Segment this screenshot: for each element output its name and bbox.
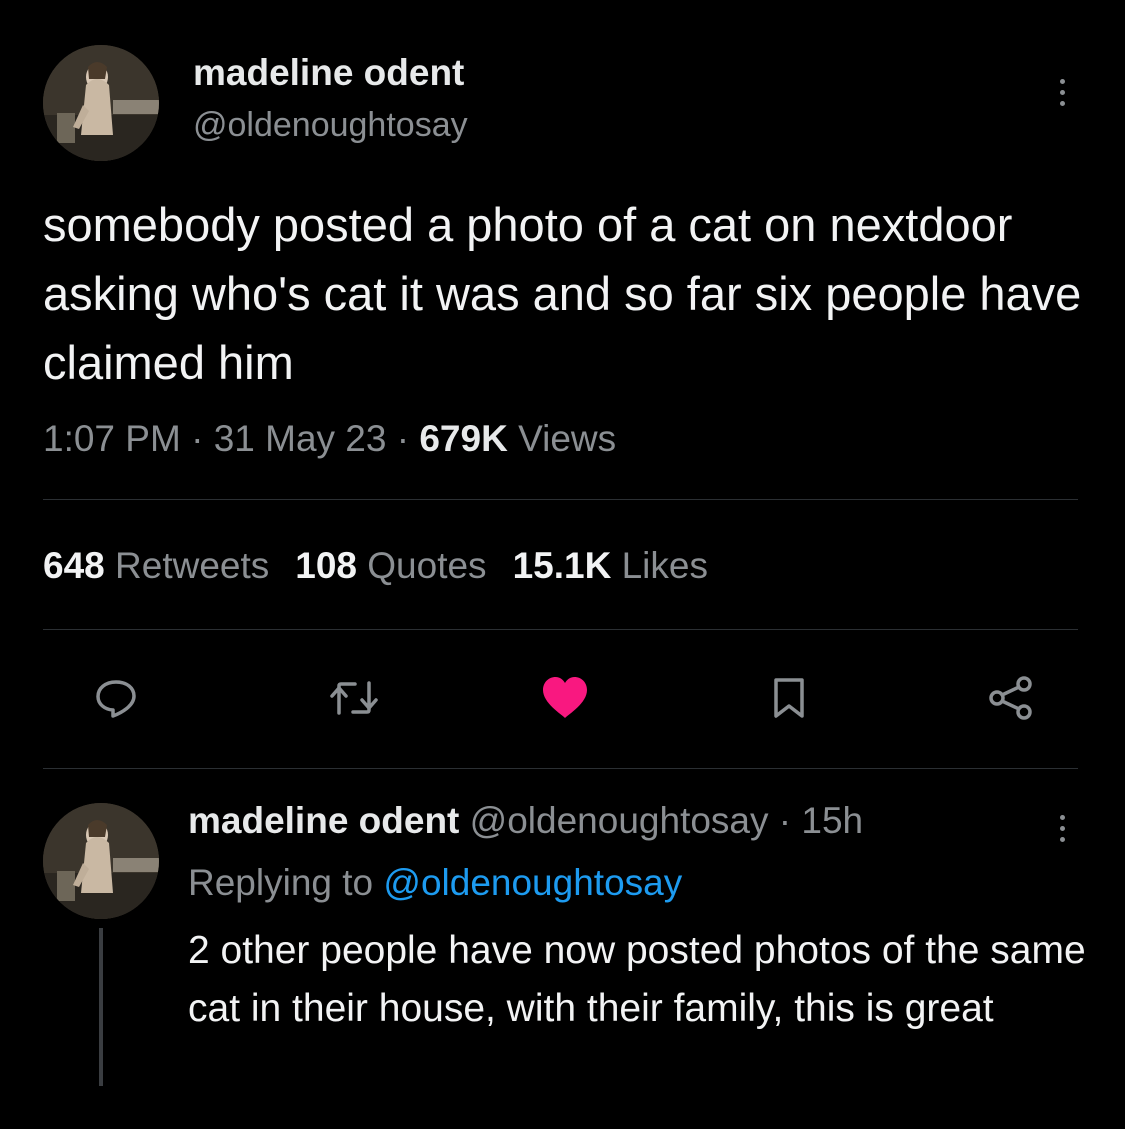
meta-separator: · <box>396 418 410 459</box>
views-count: 679K <box>419 418 508 459</box>
reply-age[interactable]: 15h <box>801 800 863 841</box>
reply-text: 2 other people have now posted photos of… <box>188 929 1086 1030</box>
reply-author-name[interactable]: madeline odent <box>188 800 459 841</box>
tweet-thread: madeline odent @oldenoughtosay somebody … <box>0 0 1125 1129</box>
retweet-icon <box>330 681 378 715</box>
avatar[interactable] <box>43 45 159 161</box>
views-label: Views <box>518 418 617 459</box>
likes-count: 15.1K <box>512 545 612 586</box>
divider <box>43 499 1078 500</box>
heart-icon <box>543 677 587 718</box>
tweet-stats: 648 Retweets 108 Quotes 15.1K Likes <box>43 545 734 587</box>
tweet-meta: 1:07 PM · 31 May 23 · 679K Views <box>43 418 616 460</box>
replying-to: Replying to @oldenoughtosay <box>188 862 682 904</box>
share-icon <box>989 676 1032 720</box>
meta-separator: · <box>778 800 792 841</box>
quotes-count: 108 <box>295 545 357 586</box>
avatar[interactable] <box>43 803 159 919</box>
reply-button[interactable] <box>88 670 144 726</box>
likes-label: Likes <box>621 545 708 586</box>
like-button[interactable] <box>537 670 593 726</box>
speech-bubble-icon <box>96 680 136 718</box>
reply-header: madeline odent @oldenoughtosay · 15h <box>188 800 863 842</box>
tweet-date[interactable]: 31 May 23 <box>214 418 387 459</box>
thread-line <box>99 928 103 1086</box>
author-name[interactable]: madeline odent <box>193 52 464 94</box>
retweets-count: 648 <box>43 545 105 586</box>
likes-stat[interactable]: 15.1K Likes <box>513 545 708 587</box>
retweets-stat[interactable]: 648 Retweets <box>43 545 269 587</box>
replying-handle-link[interactable]: @oldenoughtosay <box>383 862 682 903</box>
quotes-label: Quotes <box>367 545 487 586</box>
divider <box>43 768 1078 769</box>
quotes-stat[interactable]: 108 Quotes <box>295 545 486 587</box>
more-options-icon[interactable] <box>1057 79 1067 112</box>
more-options-icon[interactable] <box>1057 815 1067 848</box>
retweets-label: Retweets <box>115 545 270 586</box>
tweet-time[interactable]: 1:07 PM <box>43 418 181 459</box>
bookmark-icon <box>774 678 804 718</box>
tweet-text: somebody posted a photo of a cat on next… <box>43 198 1082 389</box>
share-button[interactable] <box>983 670 1039 726</box>
divider <box>43 629 1078 630</box>
replying-prefix: Replying to <box>188 862 374 903</box>
retweet-button[interactable] <box>326 670 382 726</box>
reply-author-handle[interactable]: @oldenoughtosay <box>470 800 769 841</box>
bookmark-button[interactable] <box>761 670 817 726</box>
meta-separator: · <box>191 418 204 459</box>
author-handle[interactable]: @oldenoughtosay <box>193 106 468 145</box>
